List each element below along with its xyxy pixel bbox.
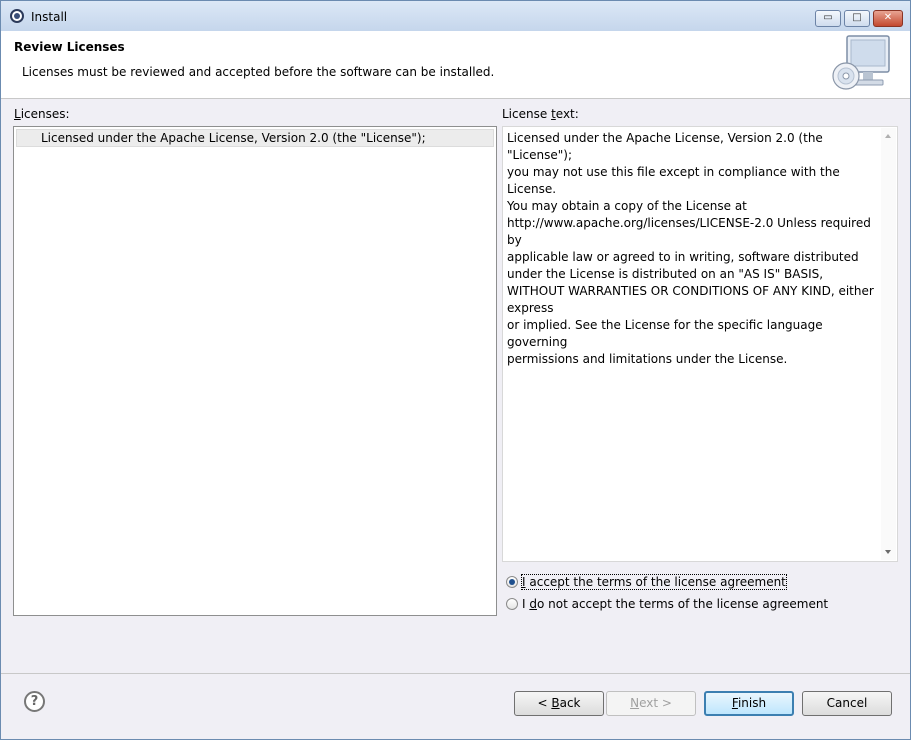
cancel-button[interactable]: Cancel [802, 691, 892, 716]
footer-separator [1, 673, 910, 674]
minimize-button[interactable]: ▭ [815, 10, 841, 27]
accept-license-label[interactable]: I accept the terms of the license agreem… [521, 574, 787, 590]
scroll-up-arrow-icon[interactable] [885, 134, 891, 138]
list-item[interactable]: Licensed under the Apache License, Versi… [16, 129, 494, 147]
vertical-scrollbar[interactable] [881, 128, 896, 560]
license-text-body: Licensed under the Apache License, Versi… [507, 131, 874, 366]
wizard-header: Review Licenses Licenses must be reviewe… [1, 31, 910, 99]
monitor-cd-icon [832, 35, 890, 90]
scroll-down-arrow-icon[interactable] [885, 550, 891, 554]
title-bar[interactable]: Install ▭ □ ✕ [1, 1, 910, 31]
page-title: Review Licenses [14, 40, 125, 54]
page-description: Licenses must be reviewed and accepted b… [22, 65, 495, 79]
licenses-list[interactable]: Licensed under the Apache License, Versi… [13, 126, 497, 616]
finish-button[interactable]: Finish [704, 691, 794, 716]
license-text-area[interactable]: Licensed under the Apache License, Versi… [502, 126, 898, 562]
radio-selected-icon[interactable] [506, 576, 518, 588]
close-button[interactable]: ✕ [873, 10, 903, 27]
license-text-label: License text: [502, 107, 579, 121]
decline-license-label[interactable]: I do not accept the terms of the license… [522, 597, 828, 611]
licenses-label: Licenses: [14, 107, 70, 121]
maximize-button[interactable]: □ [844, 10, 870, 27]
install-dialog: Install ▭ □ ✕ Review Licenses Licenses m… [0, 0, 911, 740]
license-item-label: Licensed under the Apache License, Versi… [41, 131, 426, 145]
window-title: Install [31, 10, 68, 24]
eclipse-app-icon [10, 9, 24, 23]
next-button[interactable]: Next > [606, 691, 696, 716]
wizard-content: Licenses: Licensed under the Apache Lice… [1, 99, 910, 673]
help-icon[interactable]: ? [24, 691, 45, 712]
radio-unselected-icon[interactable] [506, 598, 518, 610]
back-button[interactable]: < Back [514, 691, 604, 716]
